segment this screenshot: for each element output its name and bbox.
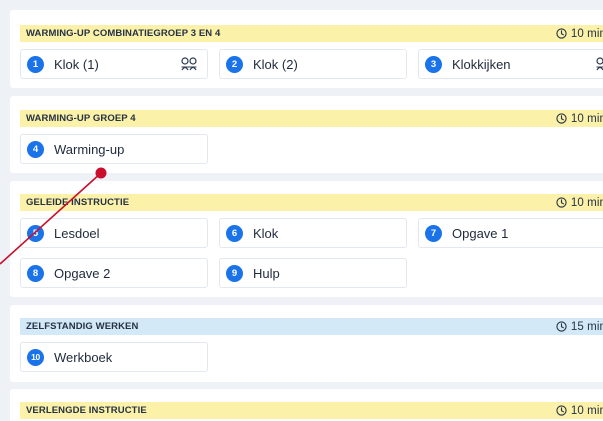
duration-text: 10 min [570,27,603,40]
activity-label: Warming-up [54,141,125,157]
section-warming-up-groep-4: WARMING-UP GROEP 4 10 min 4 Warming-up [10,96,603,173]
activity-number-badge: 6 [226,224,243,242]
activity-number-badge: 8 [27,264,44,282]
activity-card[interactable]: 5 Lesdoel [20,218,208,248]
section-title: ZELFSTANDIG WERKEN [26,321,139,332]
activity-label: Opgave 2 [54,265,111,281]
lesson-plan: WARMING-UP COMBINATIEGROEP 3 EN 4 10 min… [0,0,603,421]
clock-icon [556,197,567,208]
activity-label: Klok [253,225,279,241]
section-duration: 10 min [556,28,603,40]
activity-label: Hulp [253,265,280,281]
activity-number-badge: 9 [226,264,243,282]
section-title: VERLENGDE INSTRUCTIE [26,405,147,416]
section-header: ZELFSTANDIG WERKEN 15 min [20,318,603,335]
section-title: WARMING-UP COMBINATIEGROEP 3 EN 4 [26,28,221,39]
clock-icon [556,405,567,416]
duration-text: 10 min [570,404,603,417]
section-verlengde-instructie: VERLENGDE INSTRUCTIE 10 min [10,389,603,421]
activity-number-badge: 10 [27,348,44,366]
clock-icon [556,113,567,124]
activity-card[interactable]: 1 Klok (1) [20,49,208,79]
activity-label: Klok (2) [253,56,298,72]
activity-number-badge: 1 [27,55,44,73]
activity-card[interactable]: 2 Klok (2) [219,49,407,79]
activity-label: Klok (1) [54,56,99,72]
section-title: GELEIDE INSTRUCTIE [26,197,130,208]
section-duration: 10 min [556,113,603,125]
activity-card[interactable]: 3 Klokkijken [418,49,603,79]
section-header: GELEIDE INSTRUCTIE 10 min [20,194,603,211]
activity-card[interactable]: 4 Warming-up [20,134,208,164]
activity-number-badge: 4 [27,140,44,158]
clock-icon [556,321,567,332]
section-warming-up-combinatiegroep: WARMING-UP COMBINATIEGROEP 3 EN 4 10 min… [10,10,603,88]
section-title: WARMING-UP GROEP 4 [26,113,136,124]
clock-icon [556,28,567,39]
activity-card[interactable]: 6 Klok [219,218,407,248]
activity-number-badge: 7 [425,224,442,242]
pair-activity-icon [181,57,197,71]
activity-label: Werkboek [54,349,113,365]
activity-label: Lesdoel [54,225,100,241]
pair-activity-icon [596,57,603,71]
section-geleide-instructie: GELEIDE INSTRUCTIE 10 min 5 Lesdoel 6 Kl… [10,181,603,297]
activity-number-badge: 5 [27,224,44,242]
activity-label: Klokkijken [452,56,511,72]
activity-card[interactable]: 8 Opgave 2 [20,258,208,288]
duration-text: 10 min [570,196,603,209]
activity-card[interactable]: 9 Hulp [219,258,407,288]
section-duration: 10 min [556,197,603,209]
section-duration: 10 min [556,405,603,417]
activity-number-badge: 2 [226,55,243,73]
activity-card[interactable]: 10 Werkboek [20,342,208,372]
activity-card[interactable]: 7 Opgave 1 [418,218,603,248]
section-header: WARMING-UP COMBINATIEGROEP 3 EN 4 10 min [20,25,603,42]
section-header: VERLENGDE INSTRUCTIE 10 min [20,402,603,419]
duration-text: 15 min [570,320,603,333]
activity-label: Opgave 1 [452,225,509,241]
section-zelfstandig-werken: ZELFSTANDIG WERKEN 15 min 10 Werkboek [10,305,603,382]
section-header: WARMING-UP GROEP 4 10 min [20,110,603,127]
section-duration: 15 min [556,321,603,333]
activity-number-badge: 3 [425,55,442,73]
duration-text: 10 min [570,112,603,125]
